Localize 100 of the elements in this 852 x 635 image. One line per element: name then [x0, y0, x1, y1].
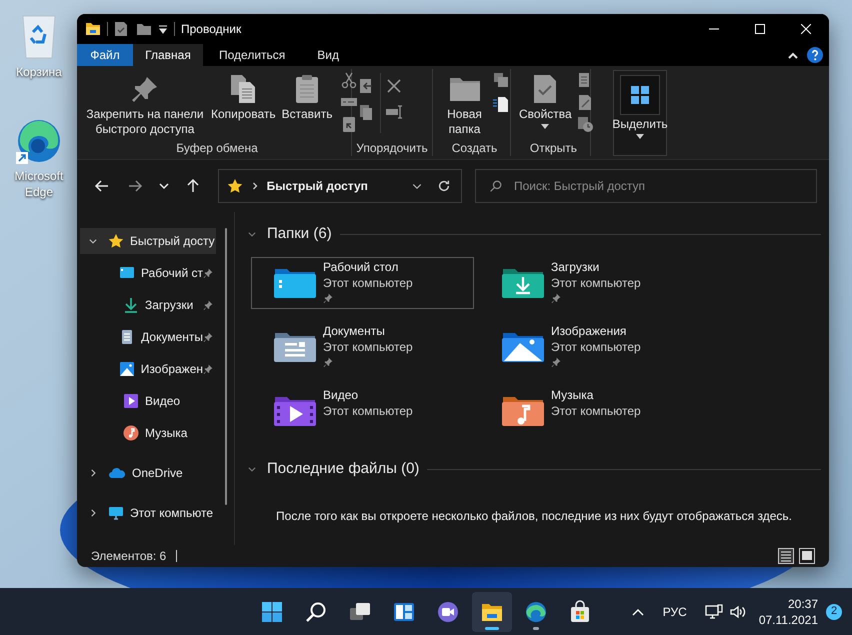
chevron-up-icon[interactable]: [787, 50, 799, 60]
star-icon: [226, 178, 243, 194]
checked-page-icon[interactable]: [114, 21, 128, 37]
new-item-icon[interactable]: [492, 71, 510, 89]
pictures-folder-icon: [501, 331, 545, 363]
chevron-up-icon[interactable]: [630, 606, 645, 616]
pin-icon: [203, 332, 213, 342]
downloads-folder-icon: [501, 267, 545, 299]
clock-time: 20:37: [788, 596, 818, 612]
folder-tile[interactable]: Документы Этот компьютер: [251, 321, 474, 373]
folder-name: Рабочий стол: [323, 259, 400, 275]
section-header[interactable]: Последние файлы (0): [247, 459, 821, 479]
search-field[interactable]: Поиск: Быстрый доступ: [475, 169, 817, 203]
music-icon: [123, 425, 139, 441]
nav-item[interactable]: Загрузки: [80, 292, 216, 318]
folder-icon[interactable]: [136, 21, 152, 37]
help-icon[interactable]: [807, 47, 823, 63]
caret-down-icon: [541, 124, 550, 129]
pin-icon: [203, 364, 213, 374]
folder-tile[interactable]: Изображения Этот компьютер: [479, 321, 702, 373]
clock-date: 07.11.2021: [758, 612, 818, 628]
pin-icon: [551, 357, 561, 367]
dropdown-icon[interactable]: [158, 24, 168, 34]
properties-button[interactable]: Свойства: [517, 69, 574, 129]
folder-location: Этот компьютер: [323, 339, 413, 355]
ribbon-tab[interactable]: Файл: [77, 44, 133, 66]
address-text: Быстрый доступ: [266, 178, 368, 195]
star-icon: [108, 233, 124, 249]
folder-icon[interactable]: [85, 21, 101, 37]
folder-location: Этот компьютер: [551, 403, 641, 419]
forward-arrow-icon: [127, 178, 144, 194]
folder-name: Музыка: [551, 387, 594, 403]
address-bar[interactable]: Быстрый доступ: [218, 169, 462, 203]
maximize-icon: [755, 24, 765, 34]
folder-location: Этот компьютер: [323, 403, 413, 419]
cloud-icon: [108, 465, 126, 481]
section-header[interactable]: Папки (6): [247, 224, 821, 244]
nav-item[interactable]: Этот компьюте: [80, 500, 216, 526]
video-chat-icon: [436, 600, 460, 624]
folder-tile[interactable]: Рабочий стол Этот компьютер: [251, 257, 474, 309]
pin-icon: [323, 293, 333, 303]
back-arrow-icon: [94, 178, 110, 194]
new-folder-button[interactable]: Новая папка: [439, 69, 490, 137]
nav-item[interactable]: Документы: [80, 324, 216, 350]
language-indicator[interactable]: РУС: [662, 602, 687, 620]
item-count: Элементов: 6: [91, 548, 166, 565]
nav-item[interactable]: Музыка: [80, 420, 216, 446]
notification-badge[interactable]: 2: [826, 604, 842, 620]
ribbon-group-label: Открыть: [528, 140, 578, 156]
shopping-bag-icon: [568, 600, 592, 624]
folder-name: Документы: [323, 323, 386, 339]
explorer-taskbar-button[interactable]: [472, 592, 512, 632]
clock[interactable]: 20:37 07.11.2021: [758, 596, 818, 628]
nav-item[interactable]: OneDrive: [80, 460, 216, 486]
nav-item[interactable]: Изображен: [80, 356, 216, 382]
pin-button[interactable]: Закрепить на панели быстрого доступа: [83, 69, 207, 137]
download-icon: [123, 297, 139, 313]
folder-name: Изображения: [551, 323, 628, 339]
ribbon-group-label: Буфер обмена: [175, 140, 259, 156]
ribbon-tab[interactable]: Главная: [133, 44, 203, 66]
nav-item[interactable]: Видео: [80, 388, 216, 414]
rename-icon[interactable]: [385, 103, 403, 121]
copy-button[interactable]: Копировать: [209, 69, 278, 122]
search-icon: [304, 600, 328, 624]
pin-icon: [203, 300, 213, 310]
picture-icon: [118, 361, 135, 377]
refresh-icon[interactable]: [437, 179, 451, 193]
search-icon: [489, 180, 502, 193]
paste-button[interactable]: Вставить: [280, 69, 334, 122]
history-icon[interactable]: [576, 115, 594, 133]
chevron-right-icon: [250, 182, 259, 190]
edge-logo-icon: [524, 600, 548, 624]
tiles-view-icon[interactable]: [799, 548, 815, 564]
folder-name: Загрузки: [551, 259, 600, 275]
nav-item[interactable]: Быстрый досту: [80, 228, 216, 254]
pin-icon: [551, 293, 561, 303]
delete-icon[interactable]: [385, 77, 403, 95]
close-icon: [801, 24, 811, 34]
folder-tile[interactable]: Музыка Этот компьютер: [479, 385, 702, 437]
music-folder-icon: [501, 395, 545, 427]
edge-logo-icon[interactable]: [16, 118, 62, 164]
ribbon-group-label: Создать: [450, 140, 498, 156]
new-file-icon[interactable]: [492, 95, 510, 113]
scrollbar[interactable]: [225, 228, 227, 505]
pin-icon: [203, 268, 213, 278]
volume-icon[interactable]: [728, 604, 747, 620]
select-button[interactable]: Выделить: [613, 70, 667, 156]
network-icon[interactable]: [704, 604, 723, 620]
folder-tile[interactable]: Видео Этот компьютер: [251, 385, 474, 437]
videos-folder-icon: [273, 395, 317, 427]
folder-tile[interactable]: Загрузки Этот компьютер: [479, 257, 702, 309]
empty-message: После того как вы откроете несколько файлов, последние из них будут отображаться здесь.: [275, 508, 793, 525]
scissors-icon[interactable]: [340, 71, 358, 89]
documents-folder-icon: [273, 331, 317, 363]
start-icon: [260, 600, 284, 624]
monitor-icon: [108, 505, 124, 521]
window-title: Проводник: [181, 21, 242, 38]
details-view-icon[interactable]: [778, 548, 794, 564]
nav-item[interactable]: Рабочий ст: [80, 260, 216, 286]
folder-name: Видео: [323, 387, 360, 403]
